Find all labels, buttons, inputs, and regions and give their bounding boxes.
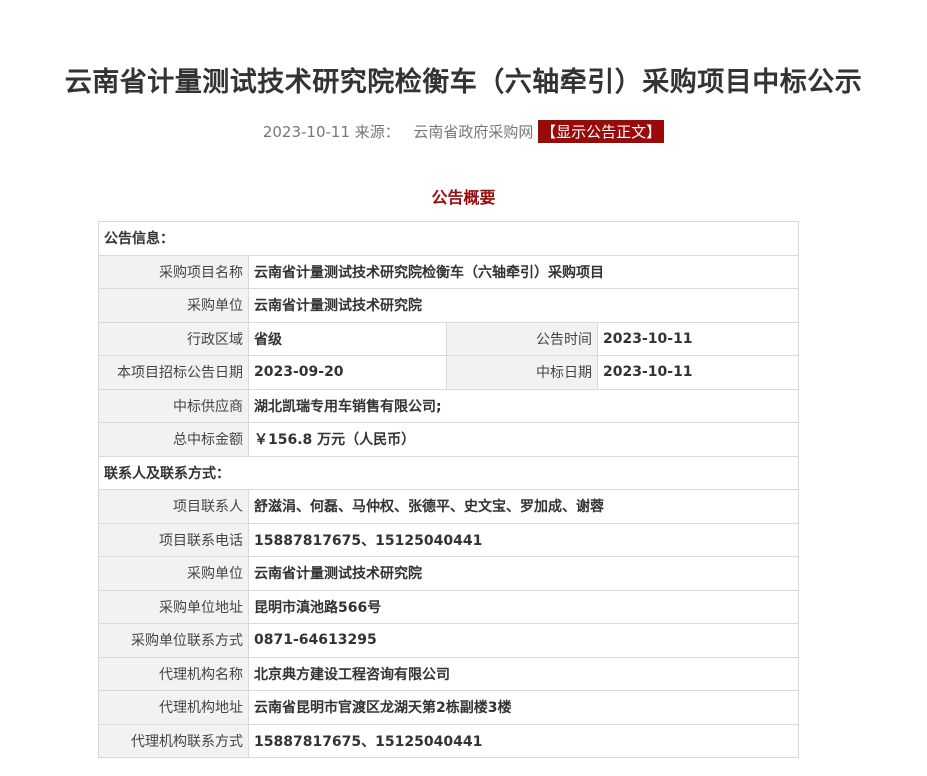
project-phone-value: 15887817675、15125040441 [248,522,799,557]
table-row: 代理机构地址 云南省昆明市官渡区龙湖天第2栋副楼3楼 [98,690,799,725]
contact-purchaser-value: 云南省计量测试技术研究院 [248,556,799,591]
table-row: 项目联系电话 15887817675、15125040441 [98,522,799,557]
publish-date: 2023-10-11 [262,123,350,141]
field-label: 采购单位地址 [98,589,249,624]
table-row: 采购单位地址 昆明市滇池路566号 [98,589,799,624]
field-label: 采购单位 [98,288,249,323]
agency-contact-value: 15887817675、15125040441 [248,723,799,758]
summary-table: 公告信息： 采购项目名称 云南省计量测试技术研究院检衡车（六轴牵引）采购项目 采… [98,221,799,758]
table-row: 行政区域 省级 公告时间 2023-10-11 [98,321,799,356]
field-label: 公告时间 [446,321,598,356]
award-date-value: 2023-10-11 [597,355,799,390]
purchaser-contact-value: 0871-64613295 [248,623,799,658]
summary-heading: 公告概要 [431,188,496,207]
field-label: 代理机构名称 [98,656,249,691]
section-title-contacts: 联系人及联系方式： [98,455,799,490]
field-label: 代理机构联系方式 [98,723,249,758]
field-label: 采购项目名称 [98,254,249,289]
region-value: 省级 [248,321,447,356]
supplier-value: 湖北凯瑞专用车销售有限公司; [248,388,799,423]
field-label: 项目联系电话 [98,522,249,557]
purchaser-value: 云南省计量测试技术研究院 [248,288,799,323]
tender-date-value: 2023-09-20 [248,355,447,390]
table-row: 采购单位 云南省计量测试技术研究院 [98,288,799,323]
notice-meta: 2023-10-11 来源： 云南省政府采购网 【显示公告正文】 [0,120,927,143]
field-label: 中标日期 [446,355,598,390]
field-label: 中标供应商 [98,388,249,423]
project-contact-value: 舒滋涓、何磊、马仲权、张德平、史文宝、罗加成、谢蓉 [248,489,799,524]
table-row: 中标供应商 湖北凯瑞专用车销售有限公司; [98,388,799,423]
source-label: 来源： [354,123,400,141]
table-row: 总中标金额 ￥156.8 万元（人民币） [98,422,799,457]
table-row: 采购单位联系方式 0871-64613295 [98,623,799,658]
purchaser-address-value: 昆明市滇池路566号 [248,589,799,624]
page-title: 云南省计量测试技术研究院检衡车（六轴牵引）采购项目中标公示 [64,67,863,98]
field-label: 代理机构地址 [98,690,249,725]
project-name-value: 云南省计量测试技术研究院检衡车（六轴牵引）采购项目 [248,254,799,289]
announce-date-value: 2023-10-11 [597,321,799,356]
agency-address-value: 云南省昆明市官渡区龙湖天第2栋副楼3楼 [248,690,799,725]
field-label: 行政区域 [98,321,249,356]
table-row: 项目联系人 舒滋涓、何磊、马仲权、张德平、史文宝、罗加成、谢蓉 [98,489,799,524]
table-row: 联系人及联系方式： [98,455,799,490]
table-row: 采购项目名称 云南省计量测试技术研究院检衡车（六轴牵引）采购项目 [98,254,799,289]
agency-name-value: 北京典方建设工程咨询有限公司 [248,656,799,691]
table-row: 采购单位 云南省计量测试技术研究院 [98,556,799,591]
table-row: 代理机构联系方式 15887817675、15125040441 [98,723,799,758]
table-row: 代理机构名称 北京典方建设工程咨询有限公司 [98,656,799,691]
show-notice-text-button[interactable]: 【显示公告正文】 [538,120,665,143]
field-label: 总中标金额 [98,422,249,457]
field-label: 采购单位 [98,556,249,591]
section-title-announcement: 公告信息： [98,221,799,256]
field-label: 采购单位联系方式 [98,623,249,658]
table-row: 公告信息： [98,221,799,256]
table-row: 本项目招标公告日期 2023-09-20 中标日期 2023-10-11 [98,355,799,390]
amount-value: ￥156.8 万元（人民币） [248,422,799,457]
field-label: 本项目招标公告日期 [98,355,249,390]
field-label: 项目联系人 [98,489,249,524]
source-name: 云南省政府采购网 [413,123,534,141]
